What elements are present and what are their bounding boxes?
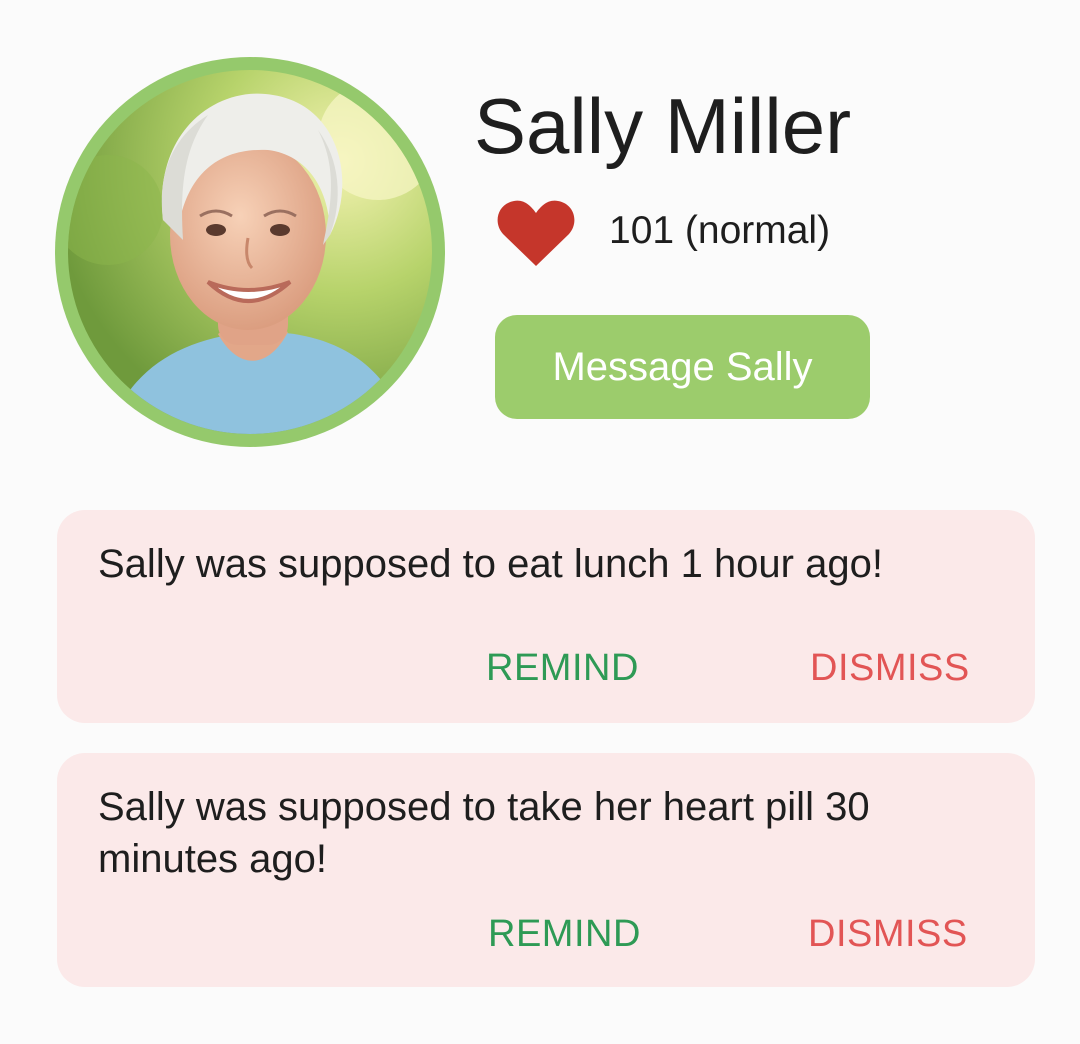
alert-message: Sally was supposed to take her heart pil… bbox=[98, 785, 870, 881]
avatar-ring bbox=[55, 57, 445, 447]
heart-rate-value: 101 (normal) bbox=[609, 209, 831, 252]
remind-button[interactable]: REMIND bbox=[488, 911, 641, 957]
heart-icon bbox=[497, 200, 575, 266]
alert-message: Sally was supposed to eat lunch 1 hour a… bbox=[98, 542, 883, 586]
avatar[interactable] bbox=[68, 70, 432, 434]
dismiss-button[interactable]: DISMISS bbox=[808, 911, 968, 957]
profile-photo bbox=[68, 70, 432, 434]
message-sally-button[interactable]: Message Sally bbox=[495, 315, 870, 419]
dismiss-button[interactable]: DISMISS bbox=[810, 645, 970, 691]
alert-card: Sally was supposed to eat lunch 1 hour a… bbox=[57, 510, 1035, 723]
profile-name: Sally Miller bbox=[474, 82, 852, 170]
alert-card: Sally was supposed to take her heart pil… bbox=[57, 753, 1035, 987]
remind-button[interactable]: REMIND bbox=[486, 645, 639, 691]
